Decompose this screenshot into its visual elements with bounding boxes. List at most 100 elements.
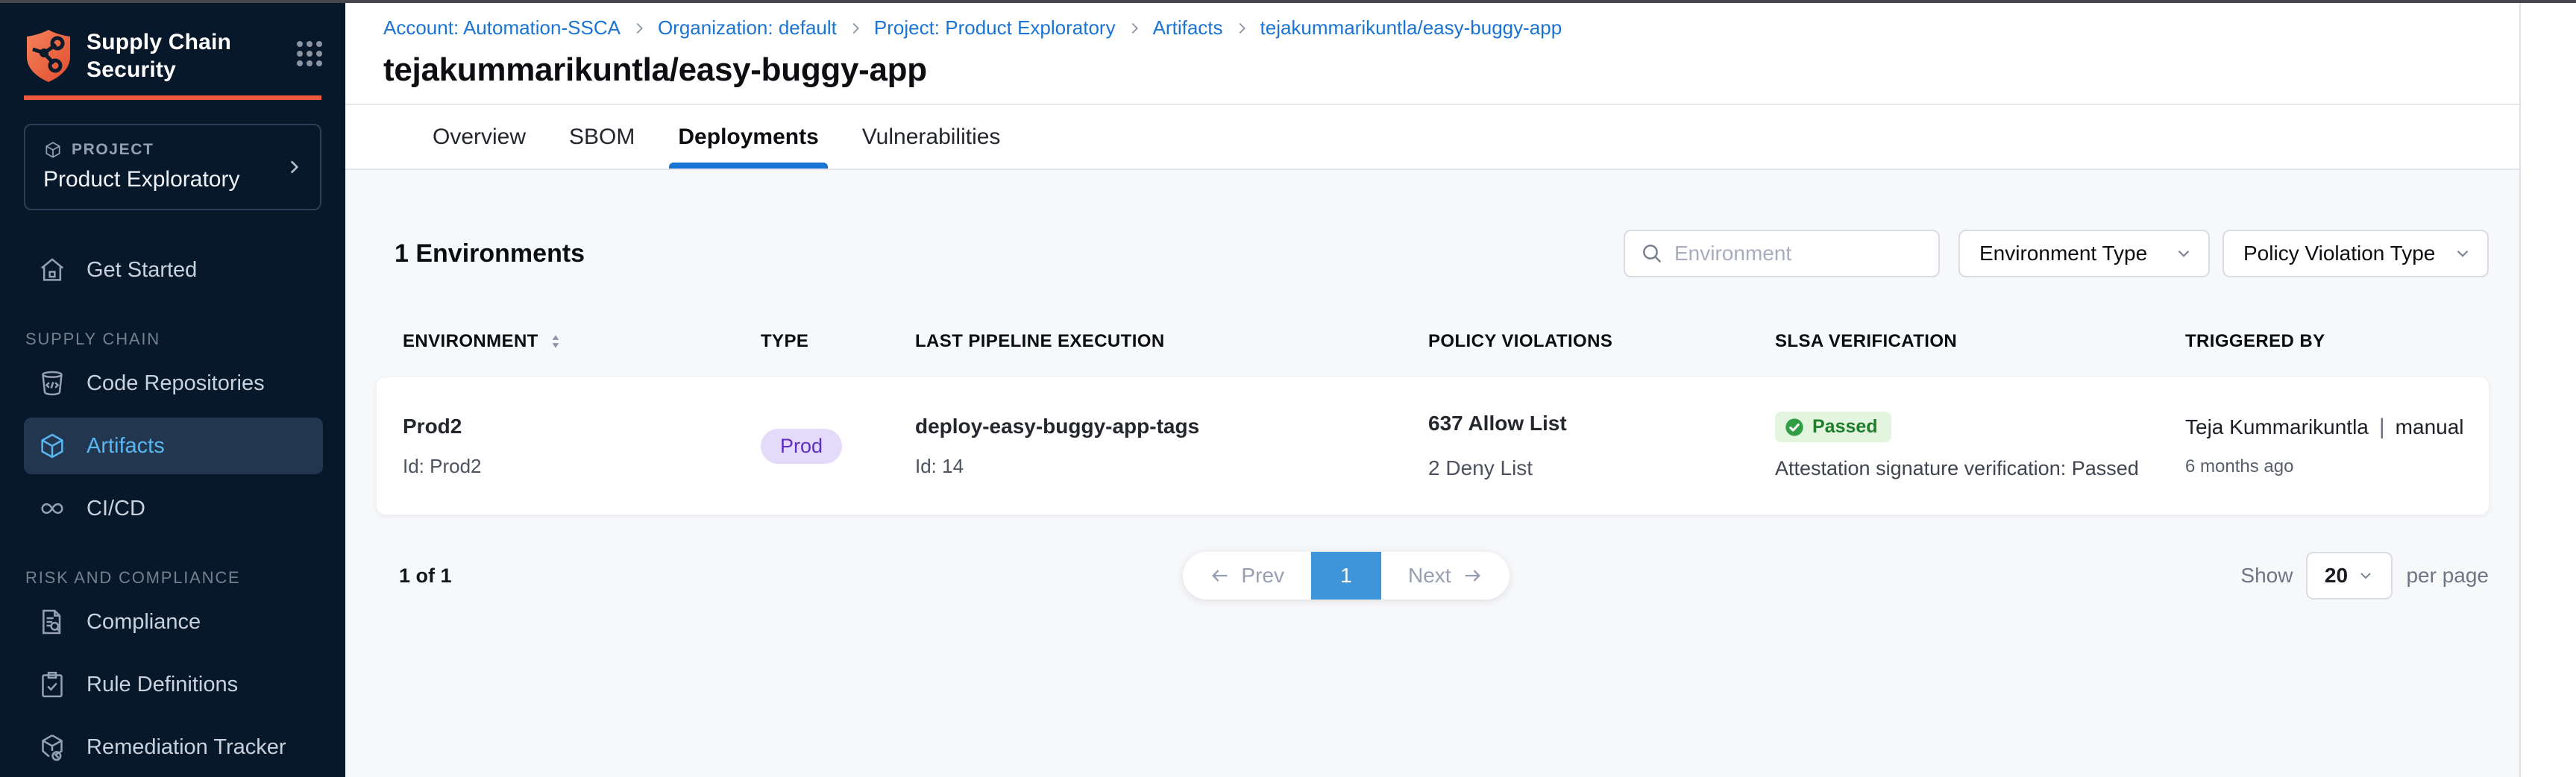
policy-violations-cell: 637 Allow List 2 Deny List: [1428, 412, 1775, 480]
pipeline-id: Id: 14: [915, 455, 1428, 478]
sidebar-section-risk-and-compliance: RISK AND COMPLIANCE: [25, 568, 321, 588]
environment-name: Prod2: [403, 415, 761, 438]
column-header-policy-violations: POLICY VIOLATIONS: [1428, 331, 1775, 352]
environment-search: [1624, 230, 1940, 277]
triggered-by-cell: Teja Kummarikuntla | manual 6 months ago: [2185, 415, 2489, 477]
sidebar-item-label: Rule Definitions: [87, 673, 238, 697]
search-icon: [1640, 242, 1664, 265]
chevron-down-icon: [2453, 244, 2472, 263]
policy-violation-type-label: Policy Violation Type: [2243, 242, 2435, 265]
column-header-environment: ENVIRONMENT: [403, 331, 761, 352]
sidebar-item-label: Compliance: [87, 610, 201, 635]
chevron-right-icon: [284, 157, 304, 177]
allow-list-link[interactable]: 637 Allow List: [1428, 412, 1775, 435]
app-root: Supply Chain Security PROJECT Product Ex…: [0, 0, 2576, 777]
tab-overview[interactable]: Overview: [430, 105, 529, 169]
slsa-verification-cell: Passed Attestation signature verificatio…: [1775, 412, 2185, 480]
infinity-icon: [37, 494, 67, 523]
document-search-icon: [37, 607, 67, 637]
triggered-by-user: Teja Kummarikuntla: [2185, 415, 2369, 439]
project-label: PROJECT: [72, 141, 154, 159]
pagination-row: 1 of 1 Prev 1 Next Show: [377, 552, 2489, 600]
table-row[interactable]: Prod2 Id: Prod2 Prod deploy-easy-buggy-a…: [377, 377, 2489, 515]
chevron-right-icon: [631, 20, 647, 37]
environment-cell: Prod2 Id: Prod2: [403, 415, 761, 478]
breadcrumb-artifacts[interactable]: Artifacts: [1153, 16, 1223, 40]
page-number-button[interactable]: 1: [1311, 552, 1381, 600]
sidebar-item-label: Remediation Tracker: [87, 735, 286, 760]
home-icon: [37, 255, 67, 285]
project-selector[interactable]: PROJECT Product Exploratory: [24, 124, 321, 210]
project-name: Product Exploratory: [43, 167, 302, 192]
tab-deployments[interactable]: Deployments: [675, 105, 821, 169]
table-header-row: ENVIRONMENT TYPE LAST PIPELINE EXECUTION…: [377, 331, 2489, 352]
sidebar-item-code-repositories[interactable]: Code Repositories: [24, 355, 323, 412]
sidebar-item-rule-definitions[interactable]: Rule Definitions: [24, 656, 323, 713]
window-top-edge: [0, 0, 2576, 3]
chevron-right-icon: [1234, 20, 1250, 37]
code-repository-icon: [37, 368, 67, 398]
tab-bar: Overview SBOM Deployments Vulnerabilitie…: [345, 105, 2519, 170]
sidebar-item-remediation-tracker[interactable]: Remediation Tracker: [24, 719, 323, 776]
slsa-status-badge: Passed: [1775, 412, 1891, 442]
arrow-right-icon: [1462, 565, 1483, 586]
arrow-left-icon: [1210, 565, 1231, 586]
type-cell: Prod: [761, 429, 915, 464]
sidebar-item-label: Get Started: [87, 258, 197, 283]
sidebar-item-artifacts[interactable]: Artifacts: [24, 418, 323, 474]
sidebar: Supply Chain Security PROJECT Product Ex…: [0, 0, 345, 777]
sidebar-item-compliance[interactable]: Compliance: [24, 594, 323, 650]
pipeline-cell: deploy-easy-buggy-app-tags Id: 14: [915, 415, 1428, 478]
chevron-down-icon: [2174, 244, 2193, 263]
tab-sbom[interactable]: SBOM: [566, 105, 638, 169]
policy-violation-type-dropdown[interactable]: Policy Violation Type: [2222, 230, 2489, 277]
environments-toolbar: 1 Environments Environment Type Policy V…: [377, 230, 2489, 277]
slsa-status-text: Passed: [1812, 416, 1878, 438]
right-panel-strip: [2519, 0, 2576, 777]
separator: |: [2379, 415, 2385, 440]
sidebar-item-label: Artifacts: [87, 434, 165, 459]
app-title: Supply Chain Security: [87, 28, 231, 84]
sidebar-item-cicd[interactable]: CI/CD: [24, 480, 323, 537]
prev-page-button[interactable]: Prev: [1183, 552, 1311, 600]
artifacts-cube-icon: [37, 431, 67, 461]
breadcrumb-account[interactable]: Account: Automation-SSCA: [383, 16, 621, 40]
per-page-select[interactable]: 20: [2306, 552, 2393, 600]
chevron-right-icon: [1126, 20, 1143, 37]
column-header-type: TYPE: [761, 331, 915, 352]
per-page-suffix: per page: [2406, 564, 2489, 588]
column-header-triggered-by: TRIGGERED BY: [2185, 331, 2489, 352]
sidebar-item-get-started[interactable]: Get Started: [24, 242, 323, 298]
brand-accent-line: [24, 95, 321, 100]
column-header-last-pipeline-execution: LAST PIPELINE EXECUTION: [915, 331, 1428, 352]
environment-id: Id: Prod2: [403, 455, 761, 478]
chevron-right-icon: [847, 20, 864, 37]
breadcrumb-project[interactable]: Project: Product Exploratory: [874, 16, 1116, 40]
supply-chain-security-logo-icon: [24, 28, 73, 84]
clipboard-check-icon: [37, 670, 67, 699]
triggered-time: 6 months ago: [2185, 456, 2489, 477]
sidebar-section-supply-chain: SUPPLY CHAIN: [25, 330, 321, 349]
sidebar-nav: Get Started SUPPLY CHAIN Code Repositori…: [0, 236, 345, 776]
sidebar-item-label: CI/CD: [87, 497, 145, 521]
breadcrumb: Account: Automation-SSCA Organization: d…: [383, 16, 2519, 40]
module-grid-icon[interactable]: [296, 40, 323, 67]
environment-search-input[interactable]: [1674, 242, 1944, 265]
tab-vulnerabilities[interactable]: Vulnerabilities: [859, 105, 1004, 169]
deny-list-link[interactable]: 2 Deny List: [1428, 456, 1775, 480]
sidebar-header: Supply Chain Security: [0, 0, 345, 84]
environment-type-badge: Prod: [761, 429, 842, 464]
environments-count-heading: 1 Environments: [395, 239, 1624, 268]
breadcrumb-current-artifact[interactable]: tejakummarikuntla/easy-buggy-app: [1260, 16, 1562, 40]
next-page-button[interactable]: Next: [1381, 552, 1510, 600]
pipeline-link[interactable]: deploy-easy-buggy-app-tags: [915, 415, 1428, 438]
attestation-detail: Attestation signature verification: Pass…: [1775, 457, 2185, 480]
breadcrumb-organization[interactable]: Organization: default: [658, 16, 837, 40]
column-header-slsa-verification: SLSA VERIFICATION: [1775, 331, 2185, 352]
trigger-type: manual: [2396, 415, 2464, 439]
cube-icon: [43, 140, 63, 160]
environment-type-dropdown[interactable]: Environment Type: [1958, 230, 2210, 277]
sort-icon[interactable]: [546, 332, 565, 351]
pager: Prev 1 Next: [1183, 552, 1509, 600]
deployments-content: 1 Environments Environment Type Policy V…: [345, 170, 2519, 777]
